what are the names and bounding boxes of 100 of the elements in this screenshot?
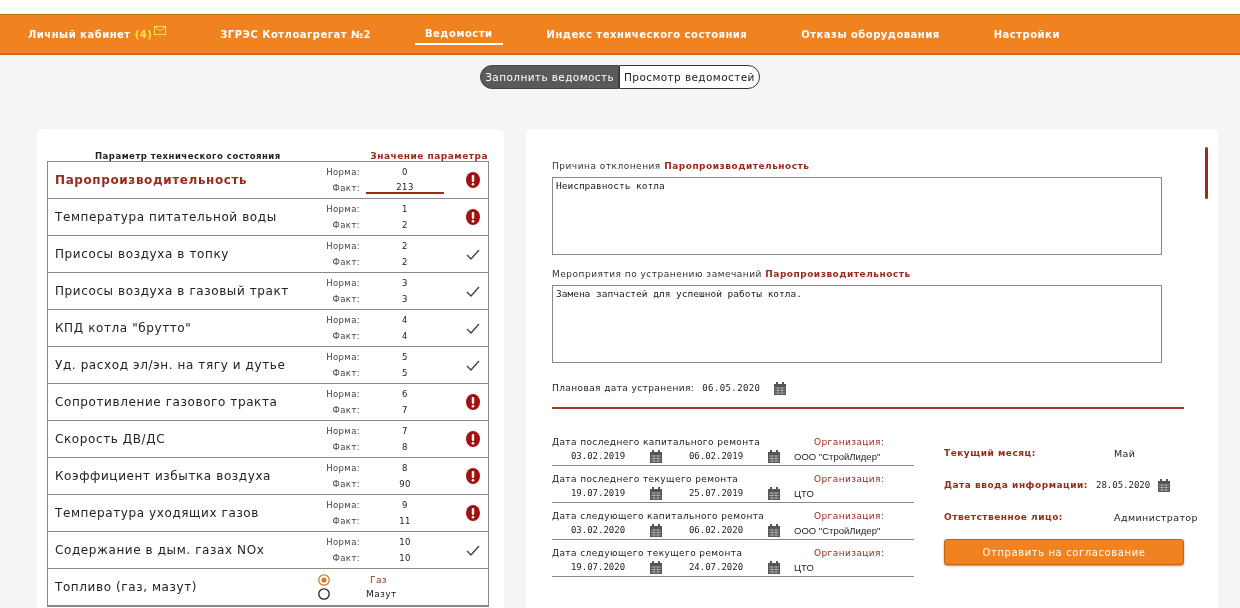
fact-field[interactable]: 5 <box>366 368 444 378</box>
fact-label: Факт: <box>331 516 360 526</box>
organization-value: ЦТО <box>794 561 814 573</box>
parameter-name[interactable]: Присосы воздуха в газовый тракт <box>55 284 318 298</box>
calendar-icon[interactable] <box>774 381 787 395</box>
entry-date-value[interactable]: 28.05.2020 <box>1095 480 1151 490</box>
reason-textarea[interactable]: Неисправность котла <box>552 177 1162 255</box>
organization-value: ООО "СтройЛидер" <box>794 450 881 462</box>
view-toggle[interactable]: Просмотр ведомостей <box>619 65 760 89</box>
norm-value: 10 <box>398 537 412 547</box>
norm-label: Норма: <box>325 315 360 325</box>
repair-label: Дата следующего текущего ремонта <box>552 548 744 558</box>
organization-value: ООО "СтройЛидер" <box>794 524 881 536</box>
fact-field[interactable]: 3 <box>366 294 444 304</box>
fact-label: Факт: <box>331 183 360 193</box>
fact-label: Факт: <box>331 257 360 267</box>
norm-label: Норма: <box>325 204 360 214</box>
parameter-name[interactable]: Содержание в дым. газах NOx <box>55 543 318 557</box>
norm-label: Норма: <box>325 167 360 177</box>
fact-label: Факт: <box>331 442 360 452</box>
calendar-icon[interactable] <box>1158 478 1171 492</box>
mail-icon <box>154 25 167 35</box>
organization-label: Организация: <box>814 548 885 558</box>
column-header: Параметр технического состояния <box>95 151 281 161</box>
calendar-icon[interactable] <box>650 523 662 537</box>
planned-date-label: Плановая дата устранения: <box>552 383 695 393</box>
fact-field[interactable]: 4 <box>366 331 444 341</box>
calendar-icon[interactable] <box>650 560 662 574</box>
repair-label: Дата следующего капитального ремонта <box>552 511 766 521</box>
fact-label: Факт: <box>331 405 360 415</box>
organization-label: Организация: <box>814 474 885 484</box>
norm-value: 7 <box>401 426 409 436</box>
organization-label: Организация: <box>814 511 885 521</box>
field-label: Причина отклонения Паропроизводительность <box>552 161 811 171</box>
parameter-name[interactable]: Температура питательной воды <box>55 210 318 224</box>
info-label: Дата ввода информации: <box>944 480 1088 490</box>
parameter-name[interactable]: Скорость ДВ/ДС <box>55 432 318 446</box>
date-from-field[interactable]: 03.02.2020 <box>556 525 640 535</box>
norm-label: Норма: <box>325 500 360 510</box>
date-from-field[interactable]: 03.02.2019 <box>556 451 640 461</box>
norm-value: 1 <box>401 204 409 214</box>
repair-label: Дата последнего капитального ремонта <box>552 437 762 447</box>
radio-button[interactable] <box>318 574 330 586</box>
repair-label: Дата последнего текущего ремонта <box>552 474 740 484</box>
fact-field[interactable]: 213 <box>366 182 444 194</box>
norm-value: 9 <box>401 500 409 510</box>
norm-label: Норма: <box>325 352 360 362</box>
column-header: Значение параметра <box>370 151 488 161</box>
calendar-icon[interactable] <box>768 486 780 500</box>
parameter-name: Топливо (газ, мазут) <box>55 580 199 594</box>
date-to-field[interactable]: 24.07.2020 <box>674 562 758 572</box>
date-to-field[interactable]: 06.02.2019 <box>674 451 758 461</box>
date-to-field[interactable]: 06.02.2020 <box>674 525 758 535</box>
fact-field[interactable]: 2 <box>366 220 444 230</box>
organization-label: Организация: <box>814 437 885 447</box>
date-to-field[interactable]: 25.07.2019 <box>674 488 758 498</box>
parameter-name[interactable]: Присосы воздуха в топку <box>55 247 318 261</box>
calendar-icon[interactable] <box>650 449 662 463</box>
calendar-icon[interactable] <box>768 523 780 537</box>
radio-label: Мазут <box>366 589 397 599</box>
parameter-name[interactable]: Сопротивление газового тракта <box>55 395 318 409</box>
norm-label: Норма: <box>325 463 360 473</box>
radio-label: Газ <box>370 575 387 585</box>
norm-label: Норма: <box>325 537 360 547</box>
parameter-name[interactable]: Паропроизводительность <box>55 173 318 187</box>
info-value: Май <box>1114 447 1136 459</box>
fact-field[interactable]: 8 <box>366 442 444 452</box>
measures-textarea[interactable]: Замена запчастей для успешной работы котла. <box>552 285 1162 363</box>
fact-field[interactable]: 90 <box>366 479 444 489</box>
scrollbar-thumb[interactable] <box>1205 147 1208 199</box>
norm-value: 3 <box>401 278 409 288</box>
norm-label: Норма: <box>325 241 360 251</box>
radio-button[interactable] <box>318 588 330 600</box>
planned-date-value[interactable]: 06.05.2020 <box>702 383 761 393</box>
calendar-icon[interactable] <box>768 560 780 574</box>
fact-field[interactable]: 7 <box>366 405 444 415</box>
norm-value: 2 <box>401 241 409 251</box>
organization-value: ЦТО <box>794 487 814 499</box>
norm-value: 5 <box>401 352 409 362</box>
view-toggle[interactable]: Заполнить ведомость <box>480 65 620 89</box>
norm-value: 4 <box>401 315 409 325</box>
date-from-field[interactable]: 19.07.2019 <box>556 488 640 498</box>
fact-field[interactable]: 2 <box>366 257 444 267</box>
fact-label: Факт: <box>331 368 360 378</box>
fact-label: Факт: <box>331 479 360 489</box>
date-from-field[interactable]: 19.07.2020 <box>556 562 640 572</box>
fact-label: Факт: <box>331 553 360 563</box>
parameter-name[interactable]: КПД котла "брутто" <box>55 321 318 335</box>
calendar-icon[interactable] <box>768 449 780 463</box>
fact-label: Факт: <box>331 294 360 304</box>
norm-label: Норма: <box>325 278 360 288</box>
norm-value: 0 <box>401 167 409 177</box>
parameter-name[interactable]: Коэффициент избытка воздуха <box>55 469 318 483</box>
info-label: Ответственное лицо: <box>944 512 1064 522</box>
parameter-name[interactable]: Температура уходящих газов <box>55 506 318 520</box>
calendar-icon[interactable] <box>650 486 662 500</box>
fact-field[interactable]: 10 <box>366 553 444 563</box>
norm-label: Норма: <box>325 389 360 399</box>
parameter-name[interactable]: Уд. расход эл/эн. на тягу и дутье <box>55 358 318 372</box>
fact-field[interactable]: 11 <box>366 516 444 526</box>
